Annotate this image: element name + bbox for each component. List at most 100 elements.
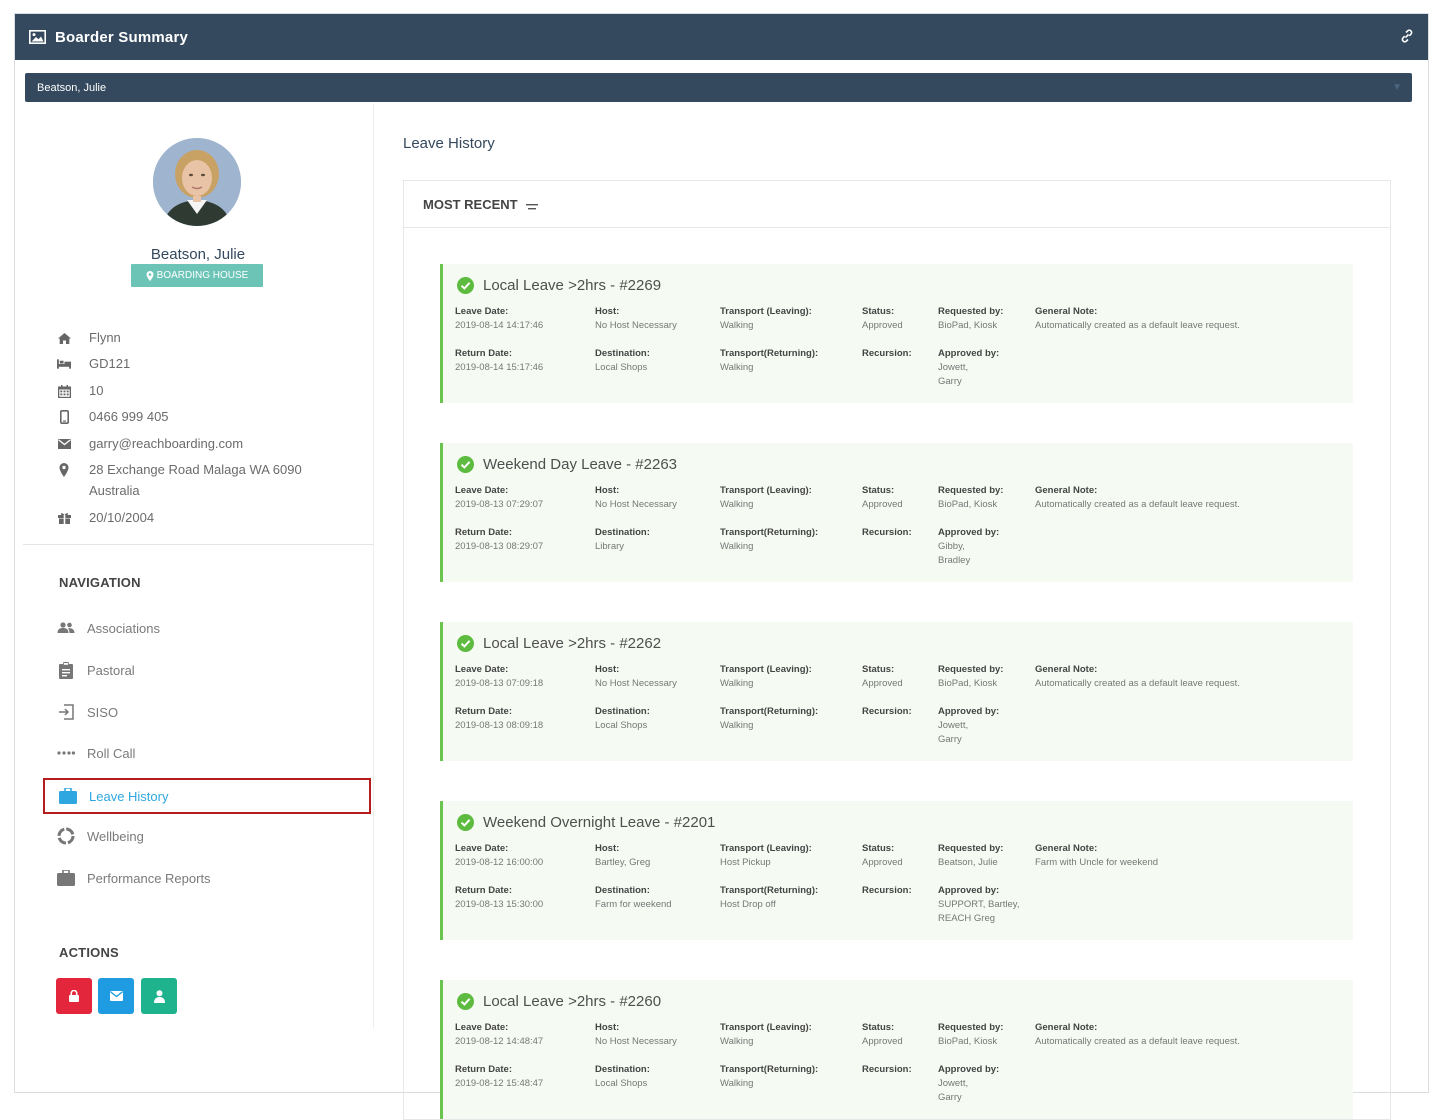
nav-item-siso[interactable]: SISO [43,694,371,730]
briefcase-icon [57,869,75,887]
lock-button[interactable] [56,978,92,1014]
field-value: Automatically created as a default leave… [1035,678,1240,689]
field-label: Requested by: [938,1022,1004,1033]
sort-header[interactable]: MOST RECENT [404,181,1390,228]
ellipsis-icon [57,744,75,762]
field-value: 2019-08-13 08:29:07 [455,541,544,552]
field-label: Leave Date: [455,306,509,317]
mobile-phone-icon [57,410,71,424]
leave-card-title: Weekend Day Leave - #2263 [457,456,677,473]
info-address: 28 Exchange Road Malaga WA 6090 Australi… [57,462,302,501]
field-label: Transport(Returning): [720,1064,819,1075]
year-value: 10 [89,383,104,398]
leave-title-text: Local Leave >2hrs - #2269 [483,277,662,294]
field-label: Requested by: [938,664,1004,675]
nav-item-pastoral[interactable]: Pastoral [43,652,371,688]
sort-icon[interactable] [525,202,540,212]
status-field: Status: Approved [862,663,903,691]
user-button[interactable] [141,978,177,1014]
users-icon [57,619,75,637]
leave-card[interactable]: Local Leave >2hrs - #2260 Leave Date: 2019… [440,980,1353,1119]
field-label: Destination: [595,1064,650,1075]
host-field: Host: No Host Necessary [595,1021,677,1049]
email-value: garry@reachboarding.com [89,436,244,451]
field-label: Approved by: [938,348,1000,359]
field-value: Host Pickup [720,857,771,868]
leave-date-field: Leave Date: 2019-08-12 14:48:47 [455,1021,543,1049]
transport-returning-field: Transport(Returning): Walking [720,1063,818,1091]
clipboard-icon [57,661,75,679]
field-value: No Host Necessary [595,499,677,510]
recursion-field: Recursion: [862,526,912,540]
field-value: BioPad, Kiosk [938,1036,998,1047]
leave-card-title: Local Leave >2hrs - #2260 [457,993,661,1010]
link-icon[interactable] [1400,29,1414,43]
field-value: Automatically created as a default leave… [1035,1036,1240,1047]
field-value: SUPPORT, Bartley, [938,899,1020,910]
leave-card[interactable]: Local Leave >2hrs - #2262 Leave Date: 2019… [440,622,1353,761]
profile-sidebar: Beatson, Julie BOARDING HOUSE Flynn GD12… [23,104,374,1029]
info-house: Flynn [57,330,121,345]
email-button[interactable] [98,978,134,1014]
field-label: Recursion: [862,527,912,538]
field-label: General Note: [1035,485,1098,496]
approved-by-field: Approved by: Jowett, Garry [938,347,999,389]
field-label: Return Date: [455,348,513,359]
recursion-field: Recursion: [862,1063,912,1077]
destination-field: Destination: Library [595,526,650,554]
transport-returning-field: Transport(Returning): Walking [720,347,818,375]
image-icon [29,30,46,44]
field-label: Approved by: [938,1064,1000,1075]
requested-by-field: Requested by: BioPad, Kiosk [938,663,1003,691]
field-value: 2019-08-14 15:17:46 [455,362,544,373]
field-value: Local Shops [595,720,648,731]
check-circle-icon [457,635,474,652]
student-select[interactable]: Beatson, Julie ▼ [25,73,1412,102]
field-label: Approved by: [938,885,1000,896]
nav-item-roll-call[interactable]: Roll Call [43,735,371,771]
field-value: 2019-08-12 14:48:47 [455,1036,544,1047]
leave-card[interactable]: Weekend Day Leave - #2263 Leave Date: 2019… [440,443,1353,582]
field-value: Approved [862,320,903,331]
field-value: Gibby, [938,541,965,552]
field-label: Transport (Leaving): [720,306,812,317]
field-value: BioPad, Kiosk [938,499,998,510]
field-label: Transport (Leaving): [720,1022,812,1033]
field-label: Leave Date: [455,843,509,854]
field-value: Approved [862,857,903,868]
requested-by-field: Requested by: Beatson, Julie [938,842,1003,870]
recursion-field: Recursion: [862,884,912,898]
general-note-field: General Note: Automatically created as a … [1035,1021,1240,1049]
recursion-field: Recursion: [862,705,912,719]
field-label: Transport (Leaving): [720,485,812,496]
transport-leaving-field: Transport (Leaving): Host Pickup [720,842,812,870]
leave-card[interactable]: Weekend Overnight Leave - #2201 Leave Dat… [440,801,1353,940]
host-field: Host: No Host Necessary [595,484,677,512]
nav-item-leave-history[interactable]: Leave History [43,778,371,814]
avatar [153,138,241,226]
field-value: Local Shops [595,1078,648,1089]
field-label: General Note: [1035,1022,1098,1033]
field-label: Status: [862,306,895,317]
nav-label: Roll Call [87,745,136,761]
nav-item-associations[interactable]: Associations [43,610,371,646]
transport-leaving-field: Transport (Leaving): Walking [720,1021,812,1049]
sort-label: MOST RECENT [423,196,518,212]
info-year: 10 [57,383,103,398]
field-label: Return Date: [455,527,513,538]
host-field: Host: Bartley, Greg [595,842,650,870]
requested-by-field: Requested by: BioPad, Kiosk [938,484,1003,512]
nav-item-performance-reports[interactable]: Performance Reports [43,860,371,896]
leave-card[interactable]: Local Leave >2hrs - #2269 Leave Date: 2019… [440,264,1353,403]
field-value: 2019-08-13 07:09:18 [455,678,544,689]
general-note-field: General Note: Farm with Uncle for weekend [1035,842,1158,870]
field-value: Automatically created as a default leave… [1035,320,1240,331]
address-block: 28 Exchange Road Malaga WA 6090 Australi… [89,459,302,501]
leave-history-box: MOST RECENT Local Leave >2hrs - #2269 Lea… [403,180,1391,1120]
field-label: Host: [595,664,620,675]
field-label: Recursion: [862,885,912,896]
field-label: Requested by: [938,306,1004,317]
nav-item-wellbeing[interactable]: Wellbeing [43,818,371,854]
leave-title-text: Weekend Overnight Leave - #2201 [483,814,716,831]
envelope-icon [109,991,123,1001]
